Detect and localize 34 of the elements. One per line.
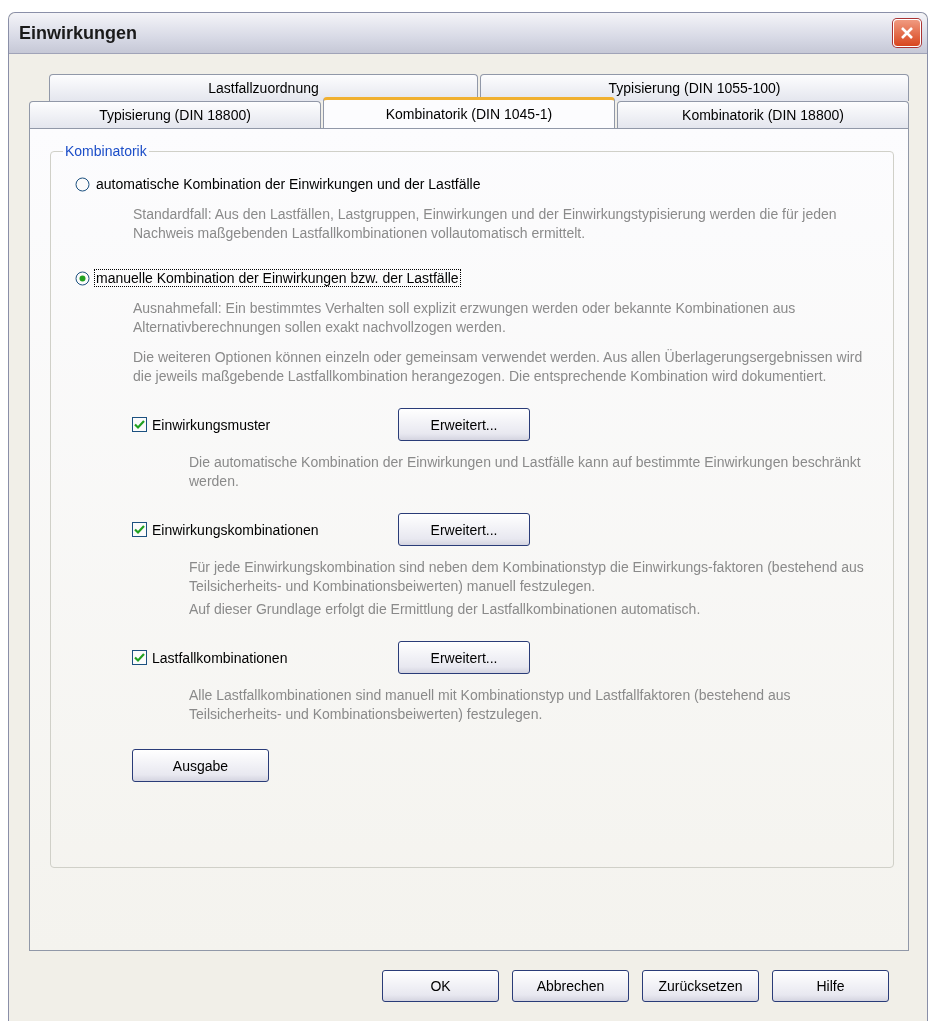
dialog-button[interactable]: OK bbox=[382, 970, 499, 1002]
radio-button[interactable] bbox=[75, 176, 90, 192]
dialog-button[interactable]: Abbrechen bbox=[512, 970, 629, 1002]
dialog-button[interactable]: Zurücksetzen bbox=[642, 970, 759, 1002]
dialog-button[interactable]: Hilfe bbox=[772, 970, 889, 1002]
checkbox-description: Die automatische Kombination der Einwirkungen und Lastfälle kann auf bestimmte Einwirkungen beschränkt werden. bbox=[189, 453, 862, 491]
close-icon bbox=[900, 26, 914, 40]
checkbox[interactable] bbox=[132, 417, 147, 432]
checkbox-label[interactable]: Lastfallkombinationen bbox=[152, 649, 398, 666]
option-description: Die weiteren Optionen können einzeln oder gemeinsam verwendet werden. Aus allen Überlagerungsergebnissen wird die jeweils maßgebende Lastfallkombination herangezogen. Die entsprechende Kombination wird dokumentiert. bbox=[133, 348, 863, 386]
radio-button[interactable] bbox=[75, 270, 90, 286]
tab[interactable]: Typisierung (DIN 18800) bbox=[29, 101, 321, 128]
advanced-button[interactable]: Erweitert... bbox=[398, 513, 530, 546]
advanced-button[interactable]: Erweitert... bbox=[398, 408, 530, 441]
radio-label[interactable]: automatische Kombination der Einwirkungen und der Lastfälle bbox=[94, 175, 483, 193]
checkbox-description: Für jede Einwirkungskombination sind neben dem Kombinationstyp die Einwirkungs-faktoren (bestehend aus Teilsicherheits- und Kombinationsbeiwerten) manuell festzulegen. bbox=[189, 558, 865, 596]
radio-label[interactable]: manuelle Kombination der Einwirkungen bzw. der Lastfälle bbox=[94, 269, 461, 287]
checkbox-label[interactable]: Einwirkungskombinationen bbox=[152, 521, 398, 538]
checkbox-description: Alle Lastfallkombinationen sind manuell mit Kombinationstyp und Lastfallfaktoren (bestehend aus Teilsicherheits- und Kombinationsbeiwerten) festzulegen. bbox=[189, 686, 792, 724]
checkbox-description: Auf dieser Grundlage erfolgt die Ermittlung der Lastfallkombinationen automatisch. bbox=[189, 600, 702, 619]
option-description: Standardfall: Aus den Lastfällen, Lastgruppen, Einwirkungen und der Einwirkungstypisierung werden die für jeden Nachweis maßgebenden Lastfallkombinationen vollautomatisch ermittelt. bbox=[133, 205, 838, 243]
window-title: Einwirkungen bbox=[19, 22, 137, 44]
close-button[interactable] bbox=[893, 19, 921, 47]
output-button[interactable]: Ausgabe bbox=[132, 749, 269, 782]
group-title: Kombinatorik bbox=[64, 143, 148, 159]
option-description: Ausnahmefall: Ein bestimmtes Verhalten soll explizit erzwungen werden oder bekannte Kombinationen aus Alternativberechnungen sollen exakt nachvollzogen werden. bbox=[133, 299, 797, 337]
checkbox-label[interactable]: Einwirkungsmuster bbox=[152, 416, 398, 433]
tab[interactable]: Typisierung (DIN 1055-100) bbox=[480, 74, 909, 101]
tab[interactable]: Kombinatorik (DIN 1045-1) bbox=[323, 97, 615, 128]
tab[interactable]: Lastfallzuordnung bbox=[49, 74, 478, 101]
advanced-button[interactable]: Erweitert... bbox=[398, 641, 530, 674]
tab[interactable]: Kombinatorik (DIN 18800) bbox=[617, 101, 909, 128]
checkbox[interactable] bbox=[132, 522, 147, 537]
checkbox[interactable] bbox=[132, 650, 147, 665]
